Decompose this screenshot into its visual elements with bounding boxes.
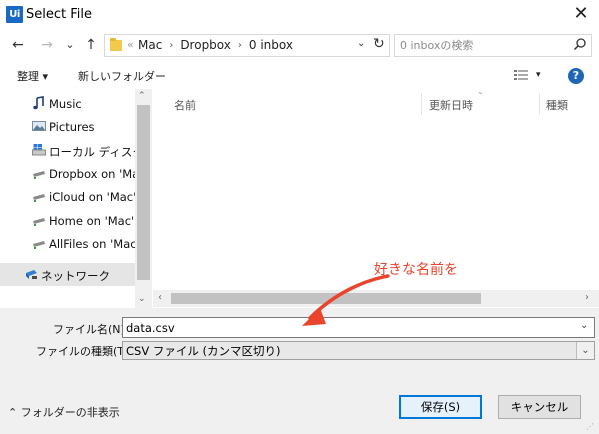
local-disk-icon	[32, 144, 46, 156]
sidebar-item-network[interactable]: ネットワーク	[0, 263, 135, 286]
sidebar-scrollbar[interactable]: ⌃ ⌄	[135, 89, 152, 308]
new-folder-button[interactable]: 新しいフォルダー	[78, 68, 166, 84]
navigation-pane: Music Pictures ローカル ディスク (C Dropbox on '…	[0, 89, 152, 308]
folder-icon	[110, 38, 122, 51]
address-dropdown-button[interactable]: ⌄	[357, 38, 365, 49]
file-type-label: ファイルの種類(T):	[36, 345, 133, 358]
up-button[interactable]: ↑	[82, 35, 100, 55]
window-title: Select File	[26, 7, 92, 22]
cancel-button[interactable]: キャンセル	[498, 395, 581, 419]
file-name-dropdown-button[interactable]: ⌄	[580, 320, 588, 331]
sidebar-item-pictures[interactable]: Pictures	[0, 115, 135, 138]
back-button[interactable]: ←	[9, 35, 27, 55]
sidebar-item-label: AllFiles on 'Mac'	[49, 237, 135, 251]
sidebar-item-local-disk[interactable]: ローカル ディスク (C	[0, 139, 135, 162]
scroll-up-button[interactable]: ⌃	[138, 91, 146, 101]
app-logo-icon: Ui	[6, 6, 23, 23]
sidebar-item-label: Pictures	[49, 120, 95, 134]
view-dropdown-button[interactable]: ▾	[536, 70, 541, 80]
hide-folders-button[interactable]: ⌃ フォルダーの非表示	[8, 404, 120, 420]
pictures-icon	[32, 121, 46, 131]
file-name-label: ファイル名(N):	[53, 323, 129, 336]
sidebar-item-label: Dropbox on 'Ma	[49, 167, 135, 181]
breadcrumb-separator[interactable]: ›	[169, 40, 173, 51]
view-options-icon[interactable]	[514, 69, 528, 81]
network-icon	[26, 270, 37, 279]
column-divider[interactable]	[421, 93, 422, 115]
help-icon[interactable]: ?	[568, 68, 584, 84]
sort-indicator-icon: ⌄	[477, 87, 484, 96]
sidebar-item-label: ネットワーク	[41, 269, 110, 283]
sidebar-item-icloud-on-mac[interactable]: iCloud on 'Mac'	[0, 185, 135, 208]
annotation-arrow-icon	[302, 274, 390, 326]
sidebar-item-label: iCloud on 'Mac'	[49, 190, 135, 204]
sidebar-item-music[interactable]: Music	[0, 92, 135, 115]
sidebar-item-allfiles-on-mac[interactable]: AllFiles on 'Mac'	[0, 232, 135, 255]
forward-button[interactable]: →	[38, 35, 56, 55]
file-type-select[interactable]: CSV ファイル (カンマ区切り) ⌄	[122, 341, 595, 360]
search-box[interactable]	[394, 34, 592, 57]
search-icon	[573, 38, 586, 51]
sidebar-item-dropbox-on-mac[interactable]: Dropbox on 'Ma	[0, 162, 135, 185]
organize-button[interactable]: 整理 ▾	[17, 68, 48, 84]
refresh-button[interactable]: ↻	[373, 36, 385, 52]
file-type-value: CSV ファイル (カンマ区切り)	[126, 344, 281, 358]
network-drive-icon	[33, 171, 45, 179]
resize-grip-icon[interactable]: ⋰	[586, 422, 594, 431]
sidebar-item-label: Home on 'Mac' (	[49, 214, 135, 228]
network-drive-icon	[33, 194, 45, 202]
breadcrumb-overflow[interactable]: «	[127, 38, 134, 51]
command-toolbar: 整理 ▾ 新しいフォルダー ▾ ?	[0, 63, 599, 89]
recent-locations-button[interactable]: ⌄	[61, 35, 79, 55]
breadcrumb: Mac › Dropbox › 0 inbox	[138, 38, 293, 52]
network-drive-icon	[33, 241, 45, 249]
sidebar-item-home-on-mac[interactable]: Home on 'Mac' (	[0, 209, 135, 232]
search-input[interactable]	[400, 38, 560, 53]
navigation-list: Music Pictures ローカル ディスク (C Dropbox on '…	[0, 89, 135, 294]
close-button[interactable]: ✕	[569, 3, 593, 27]
column-header-name[interactable]: 名前	[174, 97, 196, 113]
column-header-modified[interactable]: 更新日時	[429, 97, 473, 113]
sidebar-item-label: Music	[49, 97, 82, 111]
breadcrumb-dropbox[interactable]: Dropbox	[180, 38, 231, 52]
scroll-thumb[interactable]	[137, 105, 150, 280]
sidebar-item-label: ローカル ディスク (C	[49, 145, 135, 159]
scroll-down-button[interactable]: ⌄	[138, 294, 146, 304]
network-drive-icon	[33, 218, 45, 226]
scroll-left-button[interactable]: ‹	[158, 292, 162, 303]
column-divider[interactable]	[539, 93, 540, 115]
scroll-right-button[interactable]: ›	[585, 292, 589, 303]
save-button[interactable]: 保存(S)	[399, 395, 482, 419]
breadcrumb-mac[interactable]: Mac	[138, 38, 162, 52]
breadcrumb-0-inbox[interactable]: 0 inbox	[249, 38, 293, 52]
address-bar[interactable]: « Mac › Dropbox › 0 inbox ⌄ ↻	[104, 34, 390, 57]
music-note-icon	[33, 96, 44, 110]
breadcrumb-separator[interactable]: ›	[238, 40, 242, 51]
navigation-bar: ← → ⌄ ↑ « Mac › Dropbox › 0 inbox ⌄ ↻	[0, 30, 599, 60]
file-type-dropdown-button[interactable]: ⌄	[576, 342, 594, 359]
column-header-type[interactable]: 種類	[546, 97, 568, 113]
title-bar: Ui Select File ✕	[0, 0, 599, 30]
